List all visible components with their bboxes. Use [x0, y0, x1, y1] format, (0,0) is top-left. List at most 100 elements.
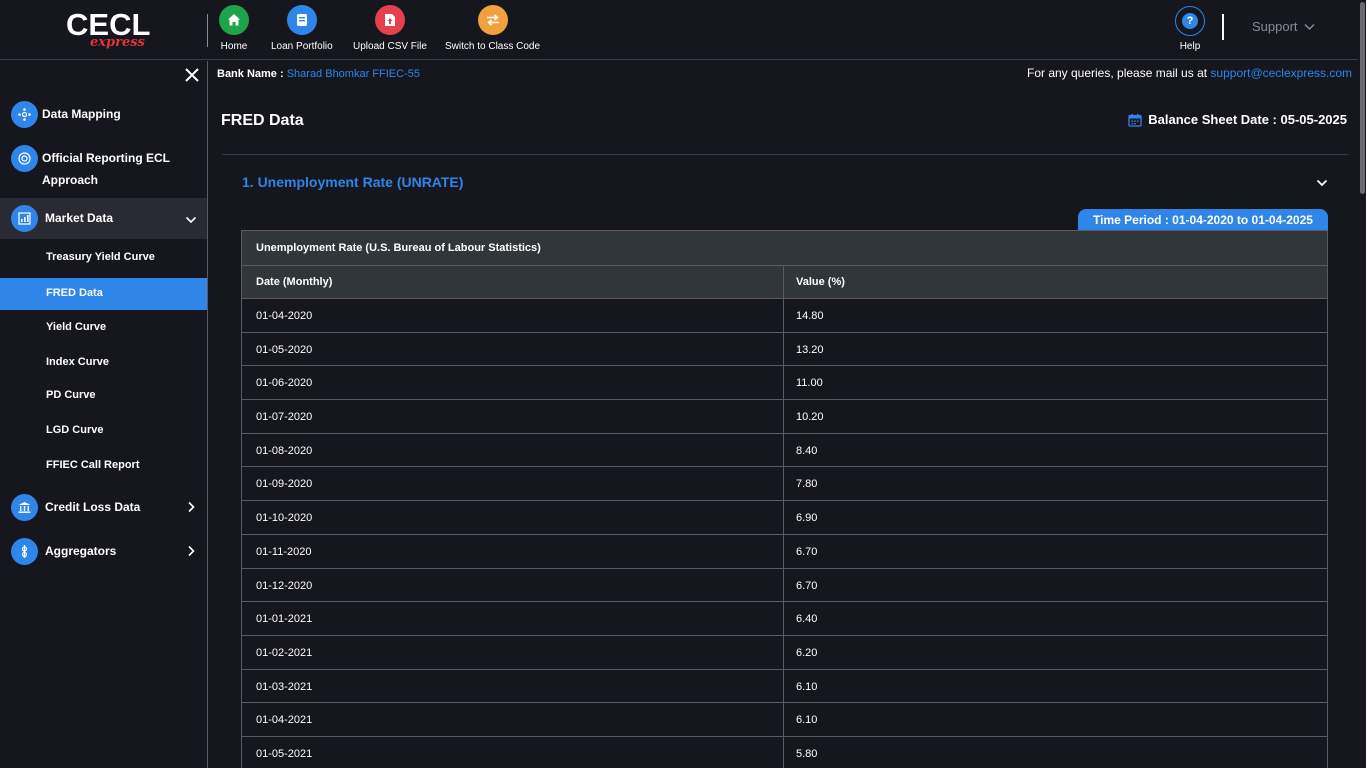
cell-date: 01-05-2020: [242, 332, 784, 366]
cell-date: 01-01-2021: [242, 602, 784, 635]
sidebar-item-label: Official Reporting ECL: [42, 151, 171, 165]
bank-name-value: Sharad Bhomkar FFIEC-55: [286, 68, 420, 80]
sidebar-subitem-lgd-curve[interactable]: LGD Curve: [0, 415, 207, 447]
nav-upload-csv-label: Upload CSV File: [353, 41, 427, 52]
chevron-down-icon: [1304, 23, 1315, 30]
support-dropdown[interactable]: Support: [1252, 19, 1315, 34]
table-row: 01-04-2020 14.80: [242, 299, 1327, 333]
cell-value: 5.80: [796, 747, 818, 760]
scrollbar-thumb[interactable]: [1360, 2, 1365, 194]
sidebar-subitem-label: FRED Data: [46, 287, 103, 299]
bank-name-label: Bank Name :: [217, 68, 284, 80]
cell-value: 6.90: [796, 512, 818, 525]
cell-value: 11.00: [796, 377, 823, 390]
cell-date: 01-11-2020: [242, 534, 784, 568]
top-header: CECL express Home Loan Portfolio Upload …: [0, 0, 1366, 60]
sidebar-item-credit-loss-data[interactable]: Credit Loss Data: [0, 492, 207, 522]
cell-date: 01-04-2021: [242, 703, 784, 736]
cell-date: 01-03-2021: [242, 669, 784, 703]
table-row: 01-04-2021 6.10: [242, 703, 1327, 737]
cell-value: 6.40: [796, 613, 818, 626]
bank-icon: [11, 493, 38, 521]
target-icon: [11, 145, 38, 172]
table-body: 01-04-2020 14.80 01-05-2020 13.20 01-06-2020…: [242, 299, 1327, 768]
cell-value: 14.80: [796, 310, 824, 322]
cell-value: 6.20: [796, 646, 818, 659]
table-row: 01-09-2020 7.80: [242, 467, 1327, 502]
sidebar-item-label-line2: Approach: [42, 173, 99, 187]
sidebar-subitem-index-curve[interactable]: Index Curve: [0, 347, 207, 379]
balance-sheet-date: Balance Sheet Date : 05-05-2025: [1128, 112, 1347, 127]
sidebar-item-data-mapping[interactable]: Data Mapping: [0, 99, 207, 129]
header-divider-right: [1222, 14, 1224, 40]
table-row: 01-12-2020 6.70: [242, 568, 1327, 603]
support-label: Support: [1252, 19, 1298, 34]
sidebar-subitem-label: LGD Curve: [46, 424, 104, 436]
calendar-icon: [1128, 113, 1142, 127]
main-content: Bank Name : Sharad Bhomkar FFIEC-55 For …: [208, 61, 1358, 768]
sidebar-item-aggregators[interactable]: Aggregators: [0, 536, 207, 566]
help-label: Help: [1179, 41, 1201, 52]
cell-date: 01-04-2020: [242, 299, 784, 332]
cell-value: 6.70: [796, 579, 818, 592]
nav-switch-class-code[interactable]: Switch to Class Code: [445, 5, 540, 52]
support-contact: For any queries, please mail us at suppo…: [1027, 66, 1352, 80]
queries-label: For any queries, please mail us at: [1026, 66, 1208, 80]
sidebar-subitem-yield-curve[interactable]: Yield Curve: [0, 312, 207, 344]
cell-date: 01-06-2020: [242, 366, 784, 400]
cell-date: 01-07-2020: [242, 400, 784, 433]
sidebar-item-label: Market Data: [45, 211, 114, 225]
cell-date: 01-05-2021: [242, 736, 784, 768]
market-chart-icon: [11, 205, 38, 232]
cell-value: 6.70: [796, 545, 818, 558]
sidebar: Data Mapping Official Reporting ECL Appr…: [0, 61, 208, 768]
upload-file-icon: [374, 5, 405, 35]
table-caption: Unemployment Rate (U.S. Bureau of Labour…: [242, 231, 1327, 266]
table-row: 01-05-2020 13.20: [242, 332, 1327, 367]
nav-loan-portfolio[interactable]: Loan Portfolio: [271, 5, 333, 52]
nav-home-label: Home: [220, 41, 248, 52]
sidebar-item-market-data[interactable]: Market Data: [0, 198, 207, 239]
cell-date: 01-10-2020: [242, 501, 784, 534]
balance-sheet-date-label: Balance Sheet Date : 05-05-2025: [1148, 112, 1347, 127]
nav-upload-csv[interactable]: Upload CSV File: [353, 5, 427, 52]
home-icon: [219, 5, 249, 35]
sidebar-subitem-label: Yield Curve: [46, 321, 107, 333]
header-divider: [207, 14, 208, 47]
page-title: FRED Data: [221, 112, 304, 129]
cell-value: 6.10: [796, 714, 818, 727]
nav-loan-portfolio-label: Loan Portfolio: [271, 41, 333, 52]
support-email-link[interactable]: support@ceclexpress.com: [1210, 66, 1352, 80]
sidebar-item-official-reporting[interactable]: Official Reporting ECL Approach: [0, 144, 207, 188]
sidebar-subitem-treasury-yield-curve[interactable]: Treasury Yield Curve: [0, 242, 207, 274]
table-row: 01-03-2021 6.10: [242, 669, 1327, 704]
sidebar-subitem-pd-curve[interactable]: PD Curve: [0, 380, 207, 412]
sidebar-item-label: Aggregators: [45, 544, 117, 558]
sidebar-subitem-ffiec-call-report[interactable]: FFIEC Call Report: [0, 450, 207, 482]
column-header-value: Value (%): [796, 276, 845, 288]
table-row: 01-08-2020 8.40: [242, 433, 1327, 468]
table-row: 01-07-2020 10.20: [242, 400, 1327, 434]
table-header: Date (Monthly) Value (%): [242, 266, 1327, 299]
switch-arrows-icon: [477, 5, 508, 35]
close-icon[interactable]: [183, 66, 201, 84]
sidebar-subitem-label: PD Curve: [46, 389, 96, 401]
help-icon: ?: [1175, 6, 1205, 36]
table-row: 01-05-2021 5.80: [242, 736, 1327, 768]
chevron-down-icon[interactable]: [1316, 177, 1328, 189]
cell-date: 01-12-2020: [242, 568, 784, 602]
nav-switch-class-code-label: Switch to Class Code: [445, 41, 541, 52]
table-row: 01-02-2021 6.20: [242, 635, 1327, 670]
sidebar-item-label: Credit Loss Data: [45, 500, 141, 514]
cecl-express-logo[interactable]: CECL express: [66, 9, 156, 53]
cell-value: 13.20: [796, 343, 824, 356]
table-row: 01-06-2020 11.00: [242, 366, 1327, 401]
nav-home[interactable]: Home: [219, 5, 249, 52]
help-button[interactable]: ? Help: [1175, 6, 1205, 52]
bank-name: Bank Name : Sharad Bhomkar FFIEC-55: [217, 68, 420, 80]
chevron-down-icon: [185, 216, 197, 224]
page-scrollbar[interactable]: [1358, 0, 1366, 768]
sidebar-subitem-fred-data[interactable]: FRED Data: [0, 278, 207, 310]
section-title-unrate[interactable]: 1. Unemployment Rate (UNRATE): [242, 174, 463, 190]
divider: [222, 154, 1348, 155]
